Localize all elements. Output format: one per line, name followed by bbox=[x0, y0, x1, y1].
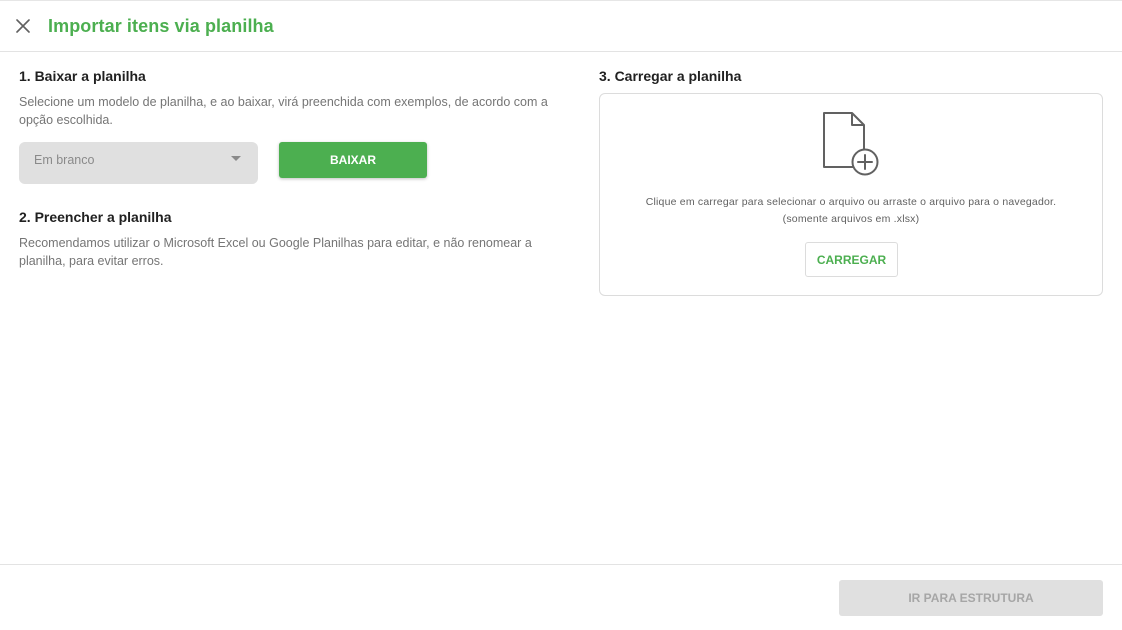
chevron-down-icon bbox=[231, 156, 241, 161]
step-download: 1. Baixar a planilha Selecione um modelo… bbox=[19, 68, 579, 184]
dropzone-file-hint: (somente arquivos em .xlsx) bbox=[782, 213, 920, 225]
step-fill: 2. Preencher a planilha Recomendamos uti… bbox=[19, 209, 579, 270]
template-select-value: Em branco bbox=[34, 153, 95, 167]
left-column: 1. Baixar a planilha Selecione um modelo… bbox=[19, 68, 579, 270]
right-column: 3. Carregar a planilha Clique em carrega… bbox=[599, 68, 1103, 296]
step1-controls: Em branco BAIXAR bbox=[19, 142, 579, 184]
dialog-header: Importar itens via planilha bbox=[0, 1, 1122, 52]
step2-title: 2. Preencher a planilha bbox=[19, 209, 172, 225]
step1-description: Selecione um modelo de planilha, e ao ba… bbox=[19, 95, 548, 127]
step3-title: 3. Carregar a planilha bbox=[599, 68, 742, 84]
download-button[interactable]: BAIXAR bbox=[279, 142, 427, 178]
file-dropzone[interactable]: Clique em carregar para selecionar o arq… bbox=[599, 93, 1103, 296]
upload-button[interactable]: CARREGAR bbox=[805, 242, 898, 277]
file-add-icon bbox=[823, 112, 879, 176]
step1-title: 1. Baixar a planilha bbox=[19, 68, 146, 84]
dropzone-text: Clique em carregar para selecionar o arq… bbox=[600, 194, 1102, 228]
dialog-footer: IR PARA ESTRUTURA bbox=[0, 564, 1122, 630]
import-dialog: Importar itens via planilha 1. Baixar a … bbox=[0, 0, 1122, 630]
dropzone-instructions: Clique em carregar para selecionar o arq… bbox=[645, 196, 1057, 208]
close-icon bbox=[16, 19, 30, 33]
close-button[interactable] bbox=[13, 16, 33, 36]
step2-description: Recomendamos utilizar o Microsoft Excel … bbox=[19, 236, 532, 268]
go-to-structure-button[interactable]: IR PARA ESTRUTURA bbox=[839, 580, 1103, 616]
page-title: Importar itens via planilha bbox=[48, 16, 274, 36]
template-select[interactable]: Em branco bbox=[19, 142, 258, 184]
